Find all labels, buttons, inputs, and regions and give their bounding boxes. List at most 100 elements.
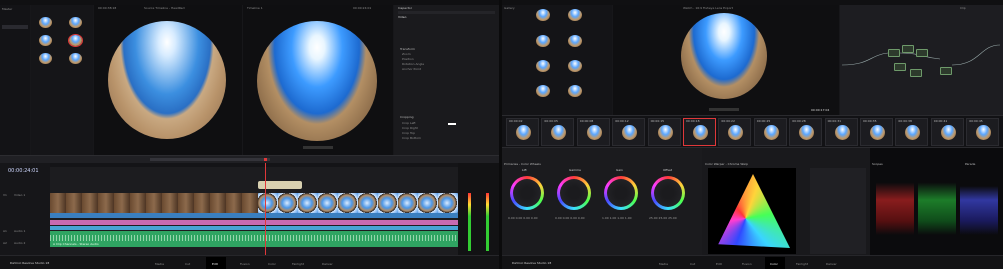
tab-deliver[interactable]: Deliver	[322, 262, 333, 266]
still-thumb[interactable]	[536, 60, 550, 72]
color-wheel-gamma[interactable]	[557, 176, 591, 210]
clip-strip-inner: 00:00:02 00:00:05 00:00:08 00:00:12 00:00:15…	[506, 118, 1003, 146]
wheel-values: 1.00 1.00 1.00 1.00	[602, 216, 632, 220]
media-clip-thumb[interactable]	[69, 17, 82, 28]
node-01[interactable]	[888, 49, 900, 57]
node-02[interactable]	[902, 45, 914, 53]
clip-timecode: 00:00:18	[686, 119, 700, 123]
source-timecode: 00:00:38:18	[98, 6, 117, 10]
edit-page-window: Master 00:00:38:18 Source Timeline - Hea…	[0, 0, 499, 269]
gamut-triangle	[718, 174, 790, 248]
node-04[interactable]	[894, 63, 906, 71]
section-cropping[interactable]: Cropping	[400, 115, 414, 119]
crop-slider-handle[interactable]	[448, 123, 456, 125]
viewer-fisheye-image	[681, 13, 767, 99]
warper-controls[interactable]	[810, 168, 866, 254]
snap-icon[interactable]	[264, 158, 267, 161]
track-a1-label: Audio 1	[14, 229, 26, 233]
timeline-ruler[interactable]	[50, 163, 458, 167]
warper-canvas[interactable]	[708, 168, 796, 254]
clip-timecode: 00:00:22	[721, 119, 735, 123]
still-thumb[interactable]	[536, 35, 550, 47]
clip-strip-item[interactable]: 00:00:38	[895, 118, 929, 146]
clip-strip-item[interactable]: 00:00:41	[930, 118, 964, 146]
bin-label[interactable]: Master	[2, 7, 12, 11]
clip-strip-item[interactable]: 00:00:28	[789, 118, 823, 146]
media-clip-thumb[interactable]	[69, 53, 82, 64]
pink-clip[interactable]	[50, 220, 458, 225]
still-thumb[interactable]	[568, 85, 582, 97]
program-fisheye-image	[257, 21, 377, 141]
still-thumb[interactable]	[536, 9, 550, 21]
video-clip-a[interactable]	[50, 193, 258, 213]
primaries-label: Primaries - Color Wheels	[504, 162, 541, 166]
clip-strip-item[interactable]: 00:00:12	[612, 118, 646, 146]
tab-media[interactable]: Media	[659, 262, 668, 266]
scopes-panel: Scopes Parade	[870, 147, 1003, 255]
clip-timecode: 00:00:05	[544, 119, 558, 123]
bin-list: Master	[0, 5, 30, 155]
tab-edit[interactable]: Edit	[716, 262, 722, 266]
media-clip-thumb[interactable]	[39, 35, 52, 46]
cyan-clip[interactable]	[50, 226, 458, 230]
clip-strip-item[interactable]: 00:00:15	[647, 118, 681, 146]
section-video[interactable]: Video	[398, 15, 406, 19]
clip-strip-item[interactable]: 00:00:25	[753, 118, 787, 146]
still-thumb[interactable]	[568, 60, 582, 72]
section-transform[interactable]: Transform	[400, 47, 415, 51]
node-03[interactable]	[916, 49, 928, 57]
tab-cut[interactable]: Cut	[690, 262, 695, 266]
app-footer: DaVinci Resolve Studio 18	[512, 261, 552, 265]
tab-cut[interactable]: Cut	[185, 262, 190, 266]
clip-strip-item[interactable]: 00:00:31	[824, 118, 858, 146]
media-clip-thumb[interactable]	[39, 53, 52, 64]
track-a1-id: A1	[3, 229, 7, 233]
media-clip-thumb-selected[interactable]	[68, 34, 83, 47]
still-thumb[interactable]	[568, 35, 582, 47]
crop-top: Crop Top	[402, 131, 416, 135]
inspector-tabs[interactable]	[398, 11, 495, 14]
wheel-name: Gamma	[569, 168, 581, 172]
clip-strip-item[interactable]: 00:00:18	[683, 118, 716, 146]
clip-thumbnail	[516, 125, 531, 140]
playhead[interactable]	[265, 163, 266, 255]
transport-controls[interactable]	[303, 146, 333, 149]
media-clip-thumb[interactable]	[39, 17, 52, 28]
edit-tools[interactable]	[150, 158, 270, 161]
tab-fairlight[interactable]: Fairlight	[292, 262, 304, 266]
bin-item-selected[interactable]	[2, 25, 28, 29]
transport-controls[interactable]	[709, 108, 739, 111]
clip-strip-item[interactable]: 00:00:05	[541, 118, 575, 146]
node-05[interactable]	[910, 69, 922, 77]
still-thumb[interactable]	[536, 85, 550, 97]
audio-meters	[458, 163, 499, 255]
clip-thumbnail	[834, 125, 850, 140]
color-wheel-lift[interactable]	[510, 176, 544, 210]
gallery-label[interactable]: Gallery	[504, 6, 515, 10]
tab-fairlight[interactable]: Fairlight	[796, 262, 808, 266]
tab-deliver[interactable]: Deliver	[826, 262, 837, 266]
tab-color[interactable]: Color	[268, 262, 276, 266]
clip-strip-item[interactable]: 00:00:22	[718, 118, 752, 146]
color-wheel-gain[interactable]	[604, 176, 638, 210]
clip-strip-item[interactable]: 00:00:02	[506, 118, 539, 146]
tab-fusion[interactable]: Fusion	[742, 262, 752, 266]
clip-strip-item[interactable]: 00:00:35	[860, 118, 893, 146]
node-connections	[841, 44, 1001, 66]
scope-mode[interactable]: Parade	[965, 162, 975, 166]
video-clip-b[interactable]	[258, 193, 458, 213]
still-thumb[interactable]	[568, 9, 582, 21]
clip-strip-item[interactable]: 00:00:08	[576, 118, 610, 146]
node-06[interactable]	[940, 67, 952, 75]
clip-timecode: 00:00:35	[863, 119, 877, 123]
clip-strip-item[interactable]: 00:00:45	[966, 118, 1000, 146]
tab-edit[interactable]: Edit	[212, 262, 218, 266]
video-clip-bar[interactable]	[50, 213, 458, 218]
clip-thumbnail	[905, 125, 921, 140]
tab-fusion[interactable]: Fusion	[240, 262, 250, 266]
color-wheel-offset[interactable]	[651, 176, 685, 210]
tab-media[interactable]: Media	[155, 262, 164, 266]
tab-color[interactable]: Color	[770, 262, 778, 266]
meter-left	[468, 193, 471, 251]
audio-clip[interactable]: A Clip Channels - Stereo Audio	[50, 231, 458, 247]
